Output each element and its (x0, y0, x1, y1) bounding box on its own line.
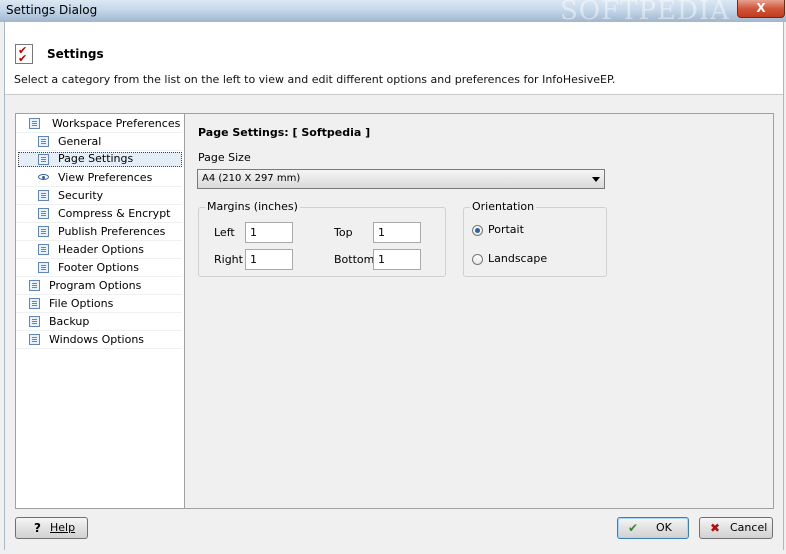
top-margin-input[interactable]: 1 (373, 222, 421, 243)
page-icon (38, 226, 49, 237)
dialog-body: ✔ ✔ Settings Select a category from the l… (4, 22, 784, 550)
bottom-margin-label: Bottom (334, 253, 375, 266)
close-button[interactable]: X (737, 0, 785, 18)
checkmark-icon: ✔ (628, 521, 639, 535)
tree-item-workspace-preferences[interactable]: Workspace Preferences (16, 115, 182, 133)
tree-item-compress-encrypt[interactable]: Compress & Encrypt (16, 205, 182, 223)
tree-item-label: Workspace Preferences (52, 117, 181, 130)
page-size-select[interactable]: A4 (210 X 297 mm) (197, 169, 605, 189)
help-button[interactable]: ? Help (15, 517, 88, 539)
landscape-label[interactable]: Landscape (488, 252, 547, 265)
tree-item-label: Footer Options (58, 261, 139, 274)
tree-item-page-settings[interactable]: Page Settings (16, 151, 182, 168)
header-description: Select a category from the list on the l… (14, 73, 616, 86)
tree-item-label: View Preferences (58, 171, 153, 184)
landscape-radio[interactable] (472, 254, 483, 265)
page-icon (29, 316, 40, 327)
header-title: Settings (47, 47, 104, 61)
tree-item-publish-preferences[interactable]: Publish Preferences (16, 223, 182, 241)
tree-item-label: Windows Options (49, 333, 145, 346)
dialog-header: ✔ ✔ Settings Select a category from the l… (5, 22, 783, 95)
page-icon (29, 334, 40, 345)
page-size-label: Page Size (198, 151, 251, 164)
orientation-group-title: Orientation (470, 200, 537, 213)
cancel-button-label: Cancel (730, 521, 768, 534)
orientation-group: Orientation Portait Landscape (463, 200, 607, 277)
title-bar[interactable]: Settings Dialog SOFTPEDIA X (0, 0, 786, 26)
tree-item-header-options[interactable]: Header Options (16, 241, 182, 259)
settings-content: Workspace Preferences General Page Setti… (15, 113, 774, 509)
window-title: Settings Dialog (6, 3, 98, 17)
page-icon (38, 208, 49, 219)
tree-item-label: Backup (49, 315, 90, 328)
top-margin-label: Top (334, 226, 353, 239)
cancel-icon: ✖ (710, 521, 721, 535)
page-icon (38, 154, 49, 165)
page-icon (38, 136, 49, 147)
tree-item-windows-options[interactable]: Windows Options (16, 331, 182, 349)
cancel-button[interactable]: ✖ Cancel (699, 517, 773, 539)
tree-item-label: General (58, 135, 102, 148)
tree-item-view-preferences[interactable]: View Preferences (16, 169, 182, 187)
bottom-margin-input[interactable]: 1 (373, 249, 421, 270)
tree-item-program-options[interactable]: Program Options (16, 277, 182, 295)
help-icon: ? (34, 521, 41, 535)
margins-group-title: Margins (inches) (205, 200, 300, 213)
tree-item-label: Publish Preferences (58, 225, 166, 238)
tree-item-label: Security (58, 189, 104, 202)
category-tree[interactable]: Workspace Preferences General Page Setti… (16, 114, 185, 508)
tree-item-label: File Options (49, 297, 114, 310)
tree-item-footer-options[interactable]: Footer Options (16, 259, 182, 277)
settings-dialog-window: Settings Dialog SOFTPEDIA X ✔ ✔ Settings … (0, 0, 786, 554)
tree-item-general[interactable]: General (16, 133, 182, 151)
ok-button[interactable]: ✔ OK (617, 517, 689, 539)
checklist-icon: ✔ ✔ (15, 44, 33, 65)
left-margin-label: Left (214, 226, 235, 239)
chevron-down-icon (592, 177, 600, 182)
close-icon: X (756, 1, 766, 15)
ok-button-label: OK (656, 521, 672, 534)
margins-group: Margins (inches) Left 1 Top 1 Right 1 Bo… (198, 200, 446, 277)
page-icon (38, 190, 49, 201)
tree-item-file-options[interactable]: File Options (16, 295, 182, 313)
portrait-label[interactable]: Portait (488, 223, 524, 236)
tree-item-backup[interactable]: Backup (16, 313, 182, 331)
eye-icon (38, 172, 49, 183)
page-icon (38, 244, 49, 255)
page-icon (29, 118, 40, 129)
right-margin-label: Right (214, 253, 243, 266)
tree-item-label: Compress & Encrypt (58, 207, 171, 220)
page-icon (38, 262, 49, 273)
left-margin-input[interactable]: 1 (245, 222, 293, 243)
tree-item-security[interactable]: Security (16, 187, 182, 205)
tree-item-label: Program Options (49, 279, 142, 292)
tree-item-label: Header Options (58, 243, 144, 256)
tree-item-label: Page Settings (58, 152, 134, 165)
page-icon (29, 298, 40, 309)
page-settings-panel: Page Settings: [ Softpedia ] Page Size A… (192, 114, 772, 508)
page-size-value: A4 (210 X 297 mm) (202, 173, 301, 184)
page-icon (29, 280, 40, 291)
help-button-label: Help (50, 521, 76, 534)
panel-title: Page Settings: [ Softpedia ] (198, 126, 371, 139)
portrait-radio[interactable] (472, 225, 483, 236)
right-margin-input[interactable]: 1 (245, 249, 293, 270)
